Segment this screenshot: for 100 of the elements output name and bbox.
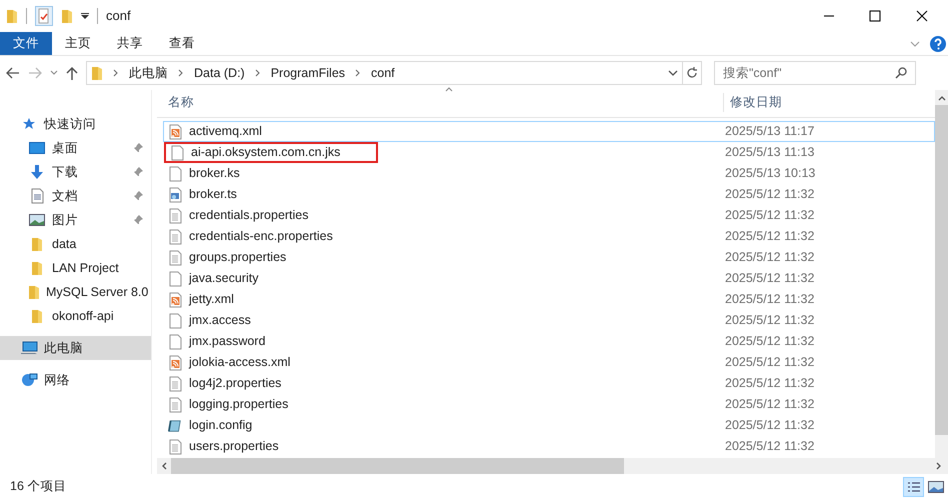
computer-icon [20,341,38,355]
picture-icon [29,214,45,226]
sidebar-label: data [52,236,78,253]
chevron-down-icon[interactable] [668,69,678,77]
scroll-right-icon[interactable] [936,462,942,470]
sidebar-item[interactable]: LAN Project [0,256,151,280]
maximize-icon[interactable] [869,10,881,22]
folder-icon [31,260,43,276]
modified-date: 2025/5/12 11:32 [725,333,814,350]
sidebar-item[interactable]: okonoff-api [0,304,151,328]
sort-caret-icon[interactable] [445,87,453,92]
up-arrow-icon[interactable] [66,66,78,80]
file-row[interactable]: broker.ks 2025/5/13 10:13 [163,163,935,184]
close-icon[interactable] [916,10,928,22]
details-list-icon [906,480,920,492]
details-view-button[interactable] [903,476,924,496]
file-row[interactable]: credentials-enc.properties 2025/5/12 11:32 [163,226,935,247]
help-icon[interactable] [930,36,946,52]
blank-file-icon [170,144,184,160]
column-header[interactable]: 名称 [157,93,724,112]
file-name: credentials-enc.properties [189,228,333,246]
download-arrow-icon [30,164,44,180]
sidebar-item[interactable]: 网络 [0,368,151,392]
modified-date: 2025/5/12 11:32 [725,354,814,372]
modified-date: 2025/5/13 10:13 [725,165,816,182]
file-name: jmx.password [189,333,266,350]
file-row[interactable]: login.config 2025/5/12 11:32 [163,415,935,436]
star-icon [22,117,36,131]
file-row[interactable]: jetty.xml 2025/5/12 11:32 [163,289,935,310]
file-name: logging.properties [189,396,288,414]
text-file-icon [168,438,182,454]
modified-date: 2025/5/12 11:32 [725,186,814,204]
text-file-icon [168,228,182,244]
file-row[interactable]: log4j2.properties 2025/5/12 11:32 [163,373,935,394]
ribbon-tab[interactable]: 共享 [104,32,156,55]
file-name: activemq.xml [189,123,262,140]
sidebar-item[interactable]: 此电脑 [0,336,151,360]
sidebar-label: 图片 [52,212,79,229]
ribbon-tab[interactable]: 查看 [156,32,208,55]
sidebar-item[interactable]: 文档 [0,184,151,208]
horizontal-scrollbar[interactable] [157,458,948,474]
modified-date: 2025/5/12 11:32 [725,312,814,330]
file-name: users.properties [189,438,279,456]
scroll-left-icon[interactable] [161,462,167,470]
file-name: credentials.properties [189,207,309,224]
file-row[interactable]: broker.ts 2025/5/12 11:32 [163,184,935,205]
document-icon [30,188,44,204]
file-name: groups.properties [189,249,286,266]
file-name: jmx.access [189,312,251,330]
file-row[interactable]: jmx.password 2025/5/12 11:32 [163,331,935,352]
refresh-icon [686,67,698,79]
file-row[interactable]: credentials.properties 2025/5/12 11:32 [163,205,935,226]
sidebar-label: 文档 [52,188,79,205]
scrollbar-thumb[interactable] [171,458,624,474]
file-row[interactable]: activemq.xml 2025/5/13 11:17 [163,121,935,142]
breadcrumb[interactable]: Data (D:) [194,64,245,82]
checklist-icon[interactable] [35,6,53,26]
column-header[interactable]: 修改日期 [724,93,782,112]
chevron-right-icon [113,69,119,77]
breadcrumb[interactable]: ProgramFiles [270,64,346,82]
large-icons-view-icon[interactable] [928,480,944,492]
file-row[interactable]: users.properties 2025/5/12 11:32 [163,436,935,457]
file-name: login.config [189,417,252,434]
ribbon-tab[interactable]: 主页 [52,32,104,55]
sidebar-item[interactable]: 桌面 [0,136,151,160]
folder-icon [31,308,43,324]
file-row[interactable]: jolokia-access.xml 2025/5/12 11:32 [163,352,935,373]
address-bar[interactable]: 此电脑 Data (D:) ProgramFiles conf [86,61,683,85]
back-arrow-icon[interactable] [6,67,20,79]
sidebar-item[interactable]: 快速访问 [0,112,151,136]
sidebar-label: 此电脑 [44,340,84,357]
file-name: log4j2.properties [189,375,282,392]
modified-date: 2025/5/12 11:32 [725,375,814,392]
file-row[interactable]: jmx.access 2025/5/12 11:32 [163,310,935,331]
ribbon-tab[interactable]: 文件 [0,32,52,55]
file-name: broker.ks [189,165,240,182]
file-row[interactable]: groups.properties 2025/5/12 11:32 [163,247,935,268]
file-row[interactable]: java.security 2025/5/12 11:32 [163,268,935,289]
file-name: ai-api.oksystem.com.cn.jks [191,144,340,162]
breadcrumb[interactable]: conf [371,64,395,82]
sidebar-label: LAN Project [52,260,120,277]
sidebar-item[interactable]: data [0,232,151,256]
modified-date: 2025/5/13 11:13 [725,144,814,162]
sidebar-label: MySQL Server 8.0 [46,284,148,301]
scroll-up-icon[interactable] [938,95,946,101]
blank-file-icon [168,312,182,328]
file-name: java.security [189,270,258,288]
breadcrumb[interactable]: 此电脑 [129,64,168,82]
file-row[interactable]: logging.properties 2025/5/12 11:32 [163,394,935,415]
search-field[interactable]: 搜索"conf" [714,61,916,85]
sidebar-item[interactable]: 下载 [0,160,151,184]
sidebar-item[interactable]: MySQL Server 8.0 [0,280,151,304]
sidebar-label: 网络 [44,372,71,389]
file-row[interactable]: ai-api.oksystem.com.cn.jks 2025/5/13 11:13 [163,142,935,163]
chevron-down-icon[interactable] [50,70,58,76]
file-name: broker.ts [189,186,237,204]
dropdown-caret-icon[interactable] [81,12,89,20]
network-globe-icon [20,372,38,388]
sidebar-item[interactable]: 图片 [0,208,151,232]
refresh-button[interactable] [682,61,702,85]
